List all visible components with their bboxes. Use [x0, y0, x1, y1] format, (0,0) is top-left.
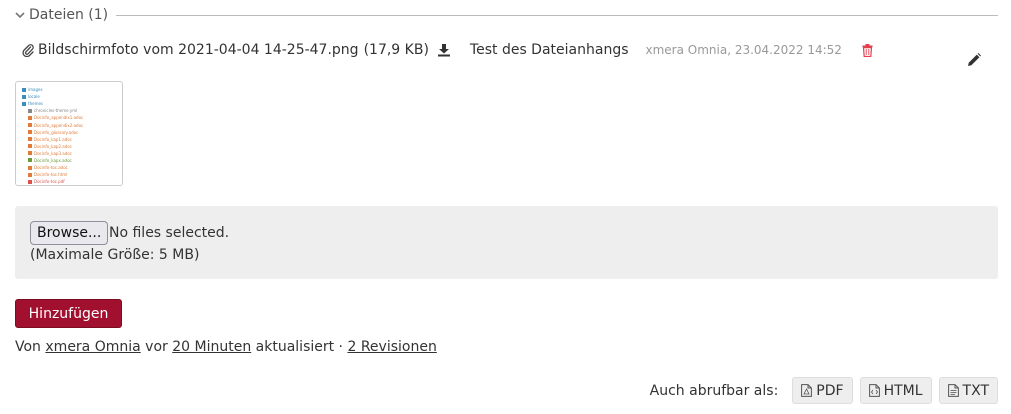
thumbnail-line-text: Docinfo-toc.adoc	[34, 165, 68, 171]
folder-icon	[22, 94, 26, 99]
attachment-description: Test des Dateianhangs	[469, 42, 629, 58]
thumbnail-line-text: chronicles-theme.yml	[34, 108, 78, 114]
thumbnail-line-text: Docinfo-toc.html	[34, 172, 68, 178]
attachment-row: Bildschirmfoto vom 2021-04-04 14-25-47.p…	[22, 42, 873, 58]
thumbnail-line: Docinfo-toc.adoc	[22, 164, 116, 171]
thumbnail-line-text: locale	[28, 94, 40, 100]
html-file-icon	[868, 384, 880, 397]
file-icon	[28, 165, 32, 170]
export-txt-label: TXT	[962, 382, 989, 399]
trash-icon[interactable]	[862, 43, 873, 57]
file-icon	[28, 144, 32, 149]
updated-prefix: Von	[15, 339, 41, 355]
updated-middle: vor	[145, 339, 168, 355]
thumbnail-line-text: Docinfo_appendix1.adoc	[34, 115, 84, 121]
file-icon	[28, 137, 32, 142]
file-icon	[28, 151, 32, 156]
max-size-hint: (Maximale Größe: 5 MB)	[30, 247, 200, 263]
thumbnail-line-text: Docinfo_kapx.adoc	[34, 157, 72, 163]
browse-button[interactable]: Browse...	[30, 221, 109, 245]
thumbnail-line: Docinfo-toc.pdf	[22, 178, 116, 185]
file-icon	[28, 130, 32, 135]
files-section-header: Dateien (1)	[14, 7, 998, 23]
txt-file-icon	[947, 384, 959, 397]
file-icon	[28, 158, 32, 163]
export-pdf-button[interactable]: PDF	[792, 377, 853, 404]
thumbnail-line: Docinfo_kap2.adoc	[22, 143, 116, 150]
file-icon	[28, 179, 32, 184]
thumbnail-line-text: Docinfo_kap2.adoc	[34, 143, 72, 149]
no-file-selected-text: No files selected.	[109, 225, 230, 241]
export-label: Auch abrufbar als:	[649, 382, 779, 399]
thumbnail-line-text: Docinfo_glossary.adoc	[34, 129, 79, 135]
pdf-file-icon	[801, 384, 813, 397]
files-section-title: Dateien (1)	[29, 7, 109, 23]
thumbnail-line-text: Docinfo_kap3.adoc	[34, 150, 72, 156]
thumbnail-line: themes	[22, 100, 116, 107]
updated-info: Von xmera Omnia vor 20 Minuten aktualisi…	[15, 339, 437, 355]
file-icon	[28, 172, 32, 177]
thumbnail-line-text: Docinfo-toc.pdf	[34, 179, 65, 185]
thumbnail-line: Docinfo_appendix2.adoc	[22, 121, 116, 128]
files-section-toggle[interactable]: Dateien (1)	[14, 7, 108, 23]
thumbnail-line: Docinfo_kap3.adoc	[22, 150, 116, 157]
time-ago-link[interactable]: 20 Minuten	[172, 339, 251, 355]
thumbnail-line: Docinfo_appendix1.adoc	[22, 114, 116, 121]
thumbnail-line: Docinfo_kapx.adoc	[22, 157, 116, 164]
folder-icon	[22, 101, 26, 106]
export-html-button[interactable]: HTML	[859, 377, 932, 404]
thumbnail-line-text: themes	[28, 101, 44, 107]
file-icon	[28, 108, 32, 113]
file-icon	[28, 123, 32, 128]
thumbnail-line: locale	[22, 93, 116, 100]
thumbnail-line: Docinfo_glossary.adoc	[22, 129, 116, 136]
attachment-filesize: (17,9 KB)	[363, 42, 429, 58]
chevron-down-icon	[15, 12, 25, 19]
pencil-icon[interactable]	[967, 53, 981, 67]
thumbnail-line: chronicles-theme.yml	[22, 107, 116, 114]
section-divider	[116, 14, 998, 16]
thumbnail-line: images	[22, 86, 116, 93]
thumbnail-line: Docinfo-toc.html	[22, 171, 116, 178]
export-html-label: HTML	[883, 382, 923, 399]
thumbnail-line-text: Docinfo_appendix2.adoc	[34, 122, 84, 128]
attachment-filename-link[interactable]: Bildschirmfoto vom 2021-04-04 14-25-47.p…	[38, 42, 359, 58]
file-upload-box: Browse... No files selected. (Maximale G…	[15, 206, 998, 279]
author-link[interactable]: xmera Omnia	[45, 339, 140, 355]
download-icon[interactable]	[437, 43, 451, 57]
file-icon	[28, 115, 32, 120]
revisions-link[interactable]: 2 Revisionen	[347, 339, 436, 355]
export-pdf-label: PDF	[816, 382, 844, 399]
thumbnail-line-text: Docinfo_kap1.adoc	[34, 136, 72, 142]
paperclip-icon	[22, 44, 34, 57]
updated-suffix: aktualisiert ·	[255, 339, 344, 355]
export-txt-button[interactable]: TXT	[938, 377, 998, 404]
export-formats: Auch abrufbar als: PDF HTML TXT	[650, 377, 998, 404]
thumbnail-line: Docinfo_kap1.adoc	[22, 136, 116, 143]
folder-icon	[22, 87, 26, 92]
attachment-thumbnail[interactable]: images locale themes chronicles-theme.yml Do…	[15, 81, 123, 186]
thumbnail-line-text: images	[28, 87, 43, 93]
add-button[interactable]: Hinzufügen	[15, 299, 122, 328]
attachment-author-date: xmera Omnia, 23.04.2022 14:52	[645, 43, 842, 57]
